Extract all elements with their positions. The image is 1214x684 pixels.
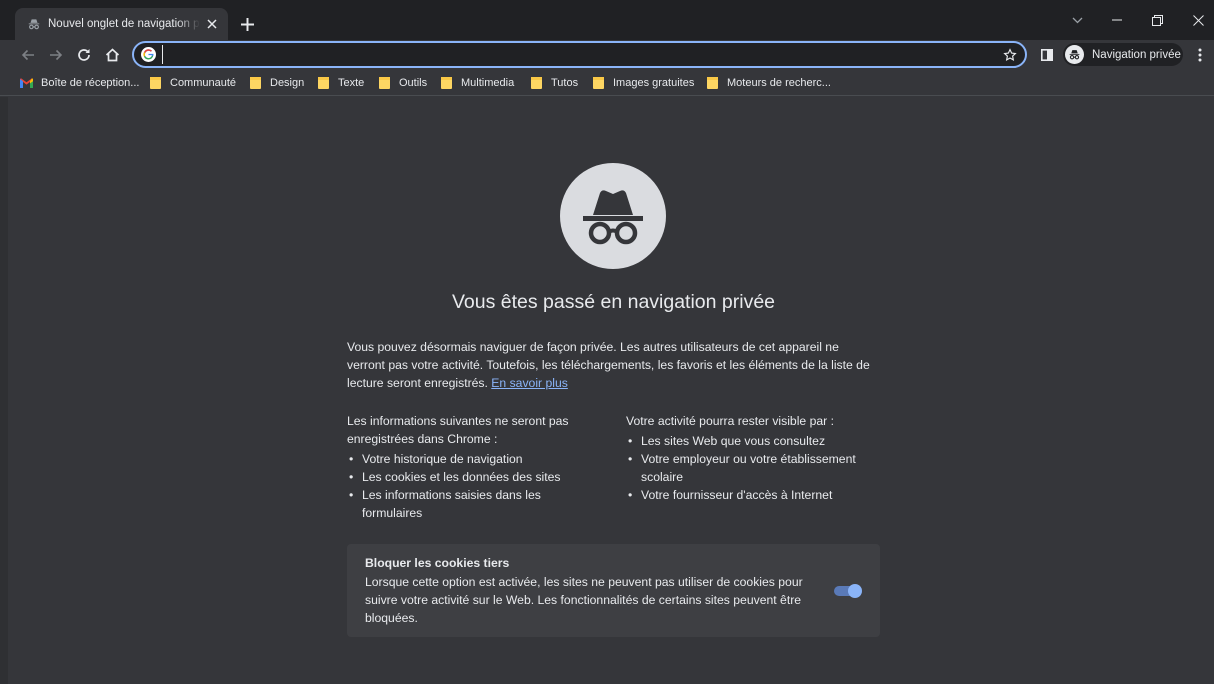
bookmark-label: Images gratuites xyxy=(613,77,695,89)
plus-icon xyxy=(240,17,254,31)
minimize-button[interactable] xyxy=(1107,10,1127,30)
tab-strip: Nouvel onglet de navigation privée xyxy=(0,0,1214,40)
minimize-icon xyxy=(1112,19,1122,21)
bookmark-gmail[interactable]: Boîte de réception... xyxy=(20,75,139,91)
visible-to-title: Votre activité pourra rester visible par… xyxy=(626,414,834,428)
bookmark-folder-communaute[interactable]: Communauté xyxy=(150,75,236,91)
folder-icon xyxy=(707,77,718,89)
page-edge xyxy=(0,97,8,684)
folder-icon xyxy=(593,77,604,89)
cookies-title: Bloquer les cookies tiers xyxy=(365,556,510,570)
folder-icon xyxy=(379,77,390,89)
reload-icon xyxy=(78,49,90,61)
visible-to-section: Votre activité pourra rester visible par… xyxy=(626,412,876,504)
block-cookies-toggle[interactable] xyxy=(834,584,862,598)
bookmark-folder-texte[interactable]: Texte xyxy=(318,75,364,91)
bookmark-label: Design xyxy=(270,77,305,89)
address-bar[interactable] xyxy=(132,41,1027,68)
kebab-menu-icon xyxy=(1198,48,1202,62)
third-party-cookies-card: Bloquer les cookies tiers Lorsque cette … xyxy=(347,544,880,637)
bookmark-label: Tutos xyxy=(551,77,579,89)
incognito-profile-button[interactable]: Navigation privée xyxy=(1063,43,1183,66)
not-saved-section: Les informations suivantes ne seront pas… xyxy=(347,412,597,522)
side-panel-button[interactable] xyxy=(1036,44,1058,66)
list-item: Les cookies et les données des sites xyxy=(347,468,597,486)
google-icon xyxy=(141,47,156,62)
bookmark-label: Moteurs de recherc... xyxy=(727,77,831,89)
folder-icon xyxy=(441,77,452,89)
arrow-left-icon xyxy=(21,49,34,61)
bookmark-star-icon[interactable] xyxy=(1001,46,1018,63)
bookmark-folder-outils[interactable]: Outils xyxy=(379,75,427,91)
not-saved-list: Votre historique de navigation Les cooki… xyxy=(347,450,597,522)
address-input[interactable] xyxy=(162,45,982,64)
tab-title: Nouvel onglet de navigation privée xyxy=(48,18,200,30)
bookmark-folder-multimedia[interactable]: Multimedia xyxy=(441,75,514,91)
close-tab-icon[interactable] xyxy=(204,16,220,32)
page-title: Vous êtes passé en navigation privée xyxy=(451,291,776,313)
bookmarks-bar: Boîte de réception... Communauté Design … xyxy=(0,70,1214,96)
visible-to-list: Les sites Web que vous consultez Votre e… xyxy=(626,432,876,504)
bookmark-folder-design[interactable]: Design xyxy=(250,75,304,91)
back-button[interactable] xyxy=(17,44,39,66)
folder-icon xyxy=(318,77,329,89)
arrow-right-icon xyxy=(50,49,63,61)
side-panel-icon xyxy=(1041,49,1053,61)
browser-window: Nouvel onglet de navigation privée xyxy=(0,0,1214,684)
reload-button[interactable] xyxy=(73,44,95,66)
folder-icon xyxy=(150,77,161,89)
menu-button[interactable] xyxy=(1189,44,1211,66)
tab-incognito-new-tab[interactable]: Nouvel onglet de navigation privée xyxy=(15,8,228,40)
gmail-icon xyxy=(20,78,33,88)
incognito-avatar-icon xyxy=(1065,45,1084,64)
bookmark-label: Communauté xyxy=(170,77,237,89)
bookmark-label: Texte xyxy=(338,77,365,89)
list-item: Votre historique de navigation xyxy=(347,450,597,468)
not-saved-title: Les informations suivantes ne seront pas… xyxy=(347,414,569,446)
chevron-down-icon xyxy=(1072,17,1082,23)
incognito-page: Vous êtes passé en navigation privée Vou… xyxy=(0,97,1214,684)
tab-search-button[interactable] xyxy=(1067,10,1087,30)
incognito-hero-icon xyxy=(560,163,666,269)
restore-icon xyxy=(1151,14,1163,26)
forward-button[interactable] xyxy=(45,44,67,66)
intro-text: Vous pouvez désormais naviguer de façon … xyxy=(347,340,870,390)
home-icon xyxy=(105,48,119,62)
intro-paragraph: Vous pouvez désormais naviguer de façon … xyxy=(347,338,880,392)
list-item: Votre employeur ou votre établissement s… xyxy=(626,450,876,486)
home-button[interactable] xyxy=(101,44,123,66)
bookmark-label: Boîte de réception... xyxy=(41,77,140,89)
close-icon xyxy=(1192,14,1204,26)
list-item: Votre fournisseur d'accès à Internet xyxy=(626,486,876,504)
folder-icon xyxy=(531,77,542,89)
bookmark-folder-images-gratuites[interactable]: Images gratuites xyxy=(593,75,694,91)
incognito-icon xyxy=(26,16,42,32)
profile-label: Navigation privée xyxy=(1092,48,1181,61)
new-tab-button[interactable] xyxy=(236,13,258,35)
bookmark-label: Multimedia xyxy=(461,77,515,89)
learn-more-link[interactable]: En savoir plus xyxy=(491,376,568,390)
list-item: Les informations saisies dans les formul… xyxy=(347,486,597,522)
toolbar: Navigation privée xyxy=(0,40,1214,70)
bookmark-folder-moteurs[interactable]: Moteurs de recherc... xyxy=(707,75,831,91)
bookmark-label: Outils xyxy=(399,77,428,89)
restore-button[interactable] xyxy=(1147,10,1167,30)
close-window-button[interactable] xyxy=(1188,10,1208,30)
folder-icon xyxy=(250,77,261,89)
toggle-knob xyxy=(848,584,862,598)
cookies-description: Lorsque cette option est activée, les si… xyxy=(365,575,803,625)
list-item: Les sites Web que vous consultez xyxy=(626,432,876,450)
bookmark-folder-tutos[interactable]: Tutos xyxy=(531,75,578,91)
